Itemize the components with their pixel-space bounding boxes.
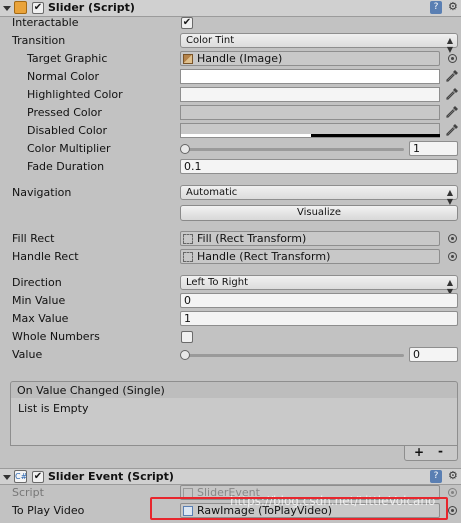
dropdown-arrow-icon: ▲ ▼ — [446, 36, 453, 54]
whole-numbers-label: Whole Numbers — [12, 330, 100, 343]
min-value-label: Min Value — [12, 294, 66, 307]
object-picker-icon[interactable] — [448, 234, 457, 243]
eyedropper-icon[interactable] — [445, 105, 459, 119]
help-icon[interactable]: ? — [430, 1, 442, 14]
highlight-box — [150, 497, 448, 520]
value-input[interactable]: 0 — [409, 347, 458, 362]
whole-numbers-checkbox[interactable] — [181, 331, 193, 343]
target-graphic-field[interactable]: Handle (Image) — [180, 51, 440, 66]
component-enabled-checkbox[interactable]: ✔ — [32, 471, 44, 483]
direction-dropdown[interactable]: Left To Right ▲ ▼ — [180, 275, 458, 296]
component-title: Slider (Script) — [48, 1, 135, 14]
event-list: List is Empty — [10, 398, 458, 446]
script-icon — [14, 1, 27, 14]
visualize-button[interactable]: Visualize — [180, 205, 458, 221]
event-controls: + - — [404, 444, 458, 461]
disabled-color-label: Disabled Color — [27, 124, 108, 137]
pressed-color-label: Pressed Color — [27, 106, 102, 119]
color-multiplier-slider-track[interactable] — [184, 148, 404, 151]
target-graphic-value: Handle (Image) — [197, 52, 283, 65]
direction-label: Direction — [12, 276, 62, 289]
to-play-video-label: To Play Video — [12, 504, 85, 517]
event-empty-text: List is Empty — [18, 402, 89, 415]
on-value-changed-header: On Value Changed (Single) — [10, 381, 458, 399]
gear-icon[interactable]: ⚙ — [448, 469, 458, 482]
handle-rect-value: Handle (Rect Transform) — [197, 250, 331, 263]
eyedropper-icon[interactable] — [445, 69, 459, 83]
component-title: Slider Event (Script) — [48, 470, 174, 483]
remove-event-button[interactable]: - — [438, 444, 443, 458]
max-value-label: Max Value — [12, 312, 69, 325]
max-value-input[interactable]: 1 — [180, 311, 458, 326]
eyedropper-icon[interactable] — [445, 123, 459, 137]
transition-value: Color Tint — [186, 35, 235, 46]
direction-value: Left To Right — [186, 277, 249, 288]
value-slider-thumb[interactable] — [180, 350, 190, 360]
eyedropper-icon[interactable] — [445, 87, 459, 101]
rect-transform-icon — [183, 252, 193, 262]
interactable-label: Interactable — [12, 16, 79, 29]
gear-icon[interactable]: ⚙ — [448, 0, 458, 13]
image-icon — [183, 54, 193, 64]
slider-event-component-header[interactable]: C# ✔ Slider Event (Script) ? ⚙ — [0, 468, 461, 485]
disabled-color-swatch[interactable] — [180, 123, 440, 138]
highlighted-color-swatch[interactable] — [180, 87, 440, 102]
collapse-triangle-icon[interactable] — [3, 6, 11, 11]
handle-rect-label: Handle Rect — [12, 250, 79, 263]
fill-rect-field[interactable]: Fill (Rect Transform) — [180, 231, 440, 246]
object-picker-icon[interactable] — [448, 54, 457, 63]
fade-duration-input[interactable]: 0.1 — [180, 159, 458, 174]
value-label: Value — [12, 348, 43, 361]
min-value-input[interactable]: 0 — [180, 293, 458, 308]
alpha-bar — [311, 134, 440, 137]
transition-label: Transition — [12, 34, 66, 47]
navigation-dropdown[interactable]: Automatic ▲ ▼ — [180, 185, 458, 206]
add-event-button[interactable]: + — [414, 445, 424, 459]
color-multiplier-slider-thumb[interactable] — [180, 144, 190, 154]
navigation-label: Navigation — [12, 186, 72, 199]
object-picker-icon[interactable] — [448, 506, 457, 515]
color-multiplier-input[interactable]: 1 — [409, 141, 458, 156]
pressed-color-swatch[interactable] — [180, 105, 440, 120]
normal-color-label: Normal Color — [27, 70, 100, 83]
handle-rect-field[interactable]: Handle (Rect Transform) — [180, 249, 440, 264]
dropdown-arrow-icon: ▲ ▼ — [446, 188, 453, 206]
object-picker-icon — [448, 488, 457, 497]
help-icon[interactable]: ? — [430, 470, 442, 483]
collapse-triangle-icon[interactable] — [3, 475, 11, 480]
script-label: Script — [12, 486, 44, 499]
target-graphic-label: Target Graphic — [27, 52, 108, 65]
cs-script-icon: C# — [14, 470, 28, 483]
value-slider-track[interactable] — [184, 354, 404, 357]
fill-rect-value: Fill (Rect Transform) — [197, 232, 307, 245]
transition-dropdown[interactable]: Color Tint ▲ ▼ — [180, 33, 458, 54]
object-picker-icon[interactable] — [448, 252, 457, 261]
interactable-checkbox[interactable]: ✔ — [181, 17, 193, 29]
event-title: On Value Changed (Single) — [17, 384, 165, 397]
rect-transform-icon — [183, 234, 193, 244]
highlighted-color-label: Highlighted Color — [27, 88, 123, 101]
normal-color-swatch[interactable] — [180, 69, 440, 84]
alpha-bar-white — [181, 134, 311, 137]
component-enabled-checkbox[interactable]: ✔ — [32, 2, 44, 14]
navigation-value: Automatic — [186, 187, 238, 198]
fade-duration-label: Fade Duration — [27, 160, 105, 173]
fill-rect-label: Fill Rect — [12, 232, 55, 245]
color-multiplier-label: Color Multiplier — [27, 142, 111, 155]
slider-component-header[interactable]: ✔ Slider (Script) ? ⚙ — [0, 0, 461, 17]
